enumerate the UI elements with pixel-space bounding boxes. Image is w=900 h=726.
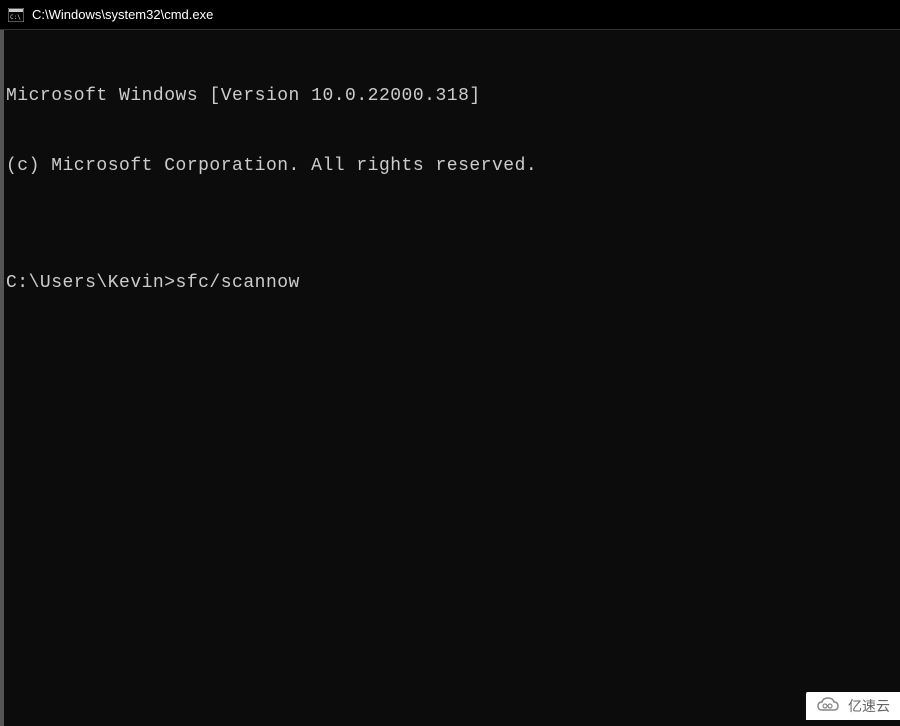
command-input[interactable]: sfc/scannow [176, 272, 300, 295]
svg-text:C:\: C:\ [10, 14, 21, 21]
copyright-line: (c) Microsoft Corporation. All rights re… [6, 155, 894, 178]
watermark-badge: 亿速云 [806, 692, 900, 720]
window-left-border [0, 30, 4, 726]
prompt-text: C:\Users\Kevin> [6, 272, 176, 295]
watermark-text: 亿速云 [848, 696, 890, 716]
terminal-output-area[interactable]: Microsoft Windows [Version 10.0.22000.31… [0, 30, 900, 726]
command-prompt-line: C:\Users\Kevin>sfc/scannow [6, 272, 894, 295]
window-title: C:\Windows\system32\cmd.exe [32, 7, 213, 22]
window-titlebar[interactable]: C:\ C:\Windows\system32\cmd.exe [0, 0, 900, 30]
cmd-icon: C:\ [8, 8, 24, 22]
version-line: Microsoft Windows [Version 10.0.22000.31… [6, 85, 894, 108]
cloud-icon [814, 696, 842, 716]
